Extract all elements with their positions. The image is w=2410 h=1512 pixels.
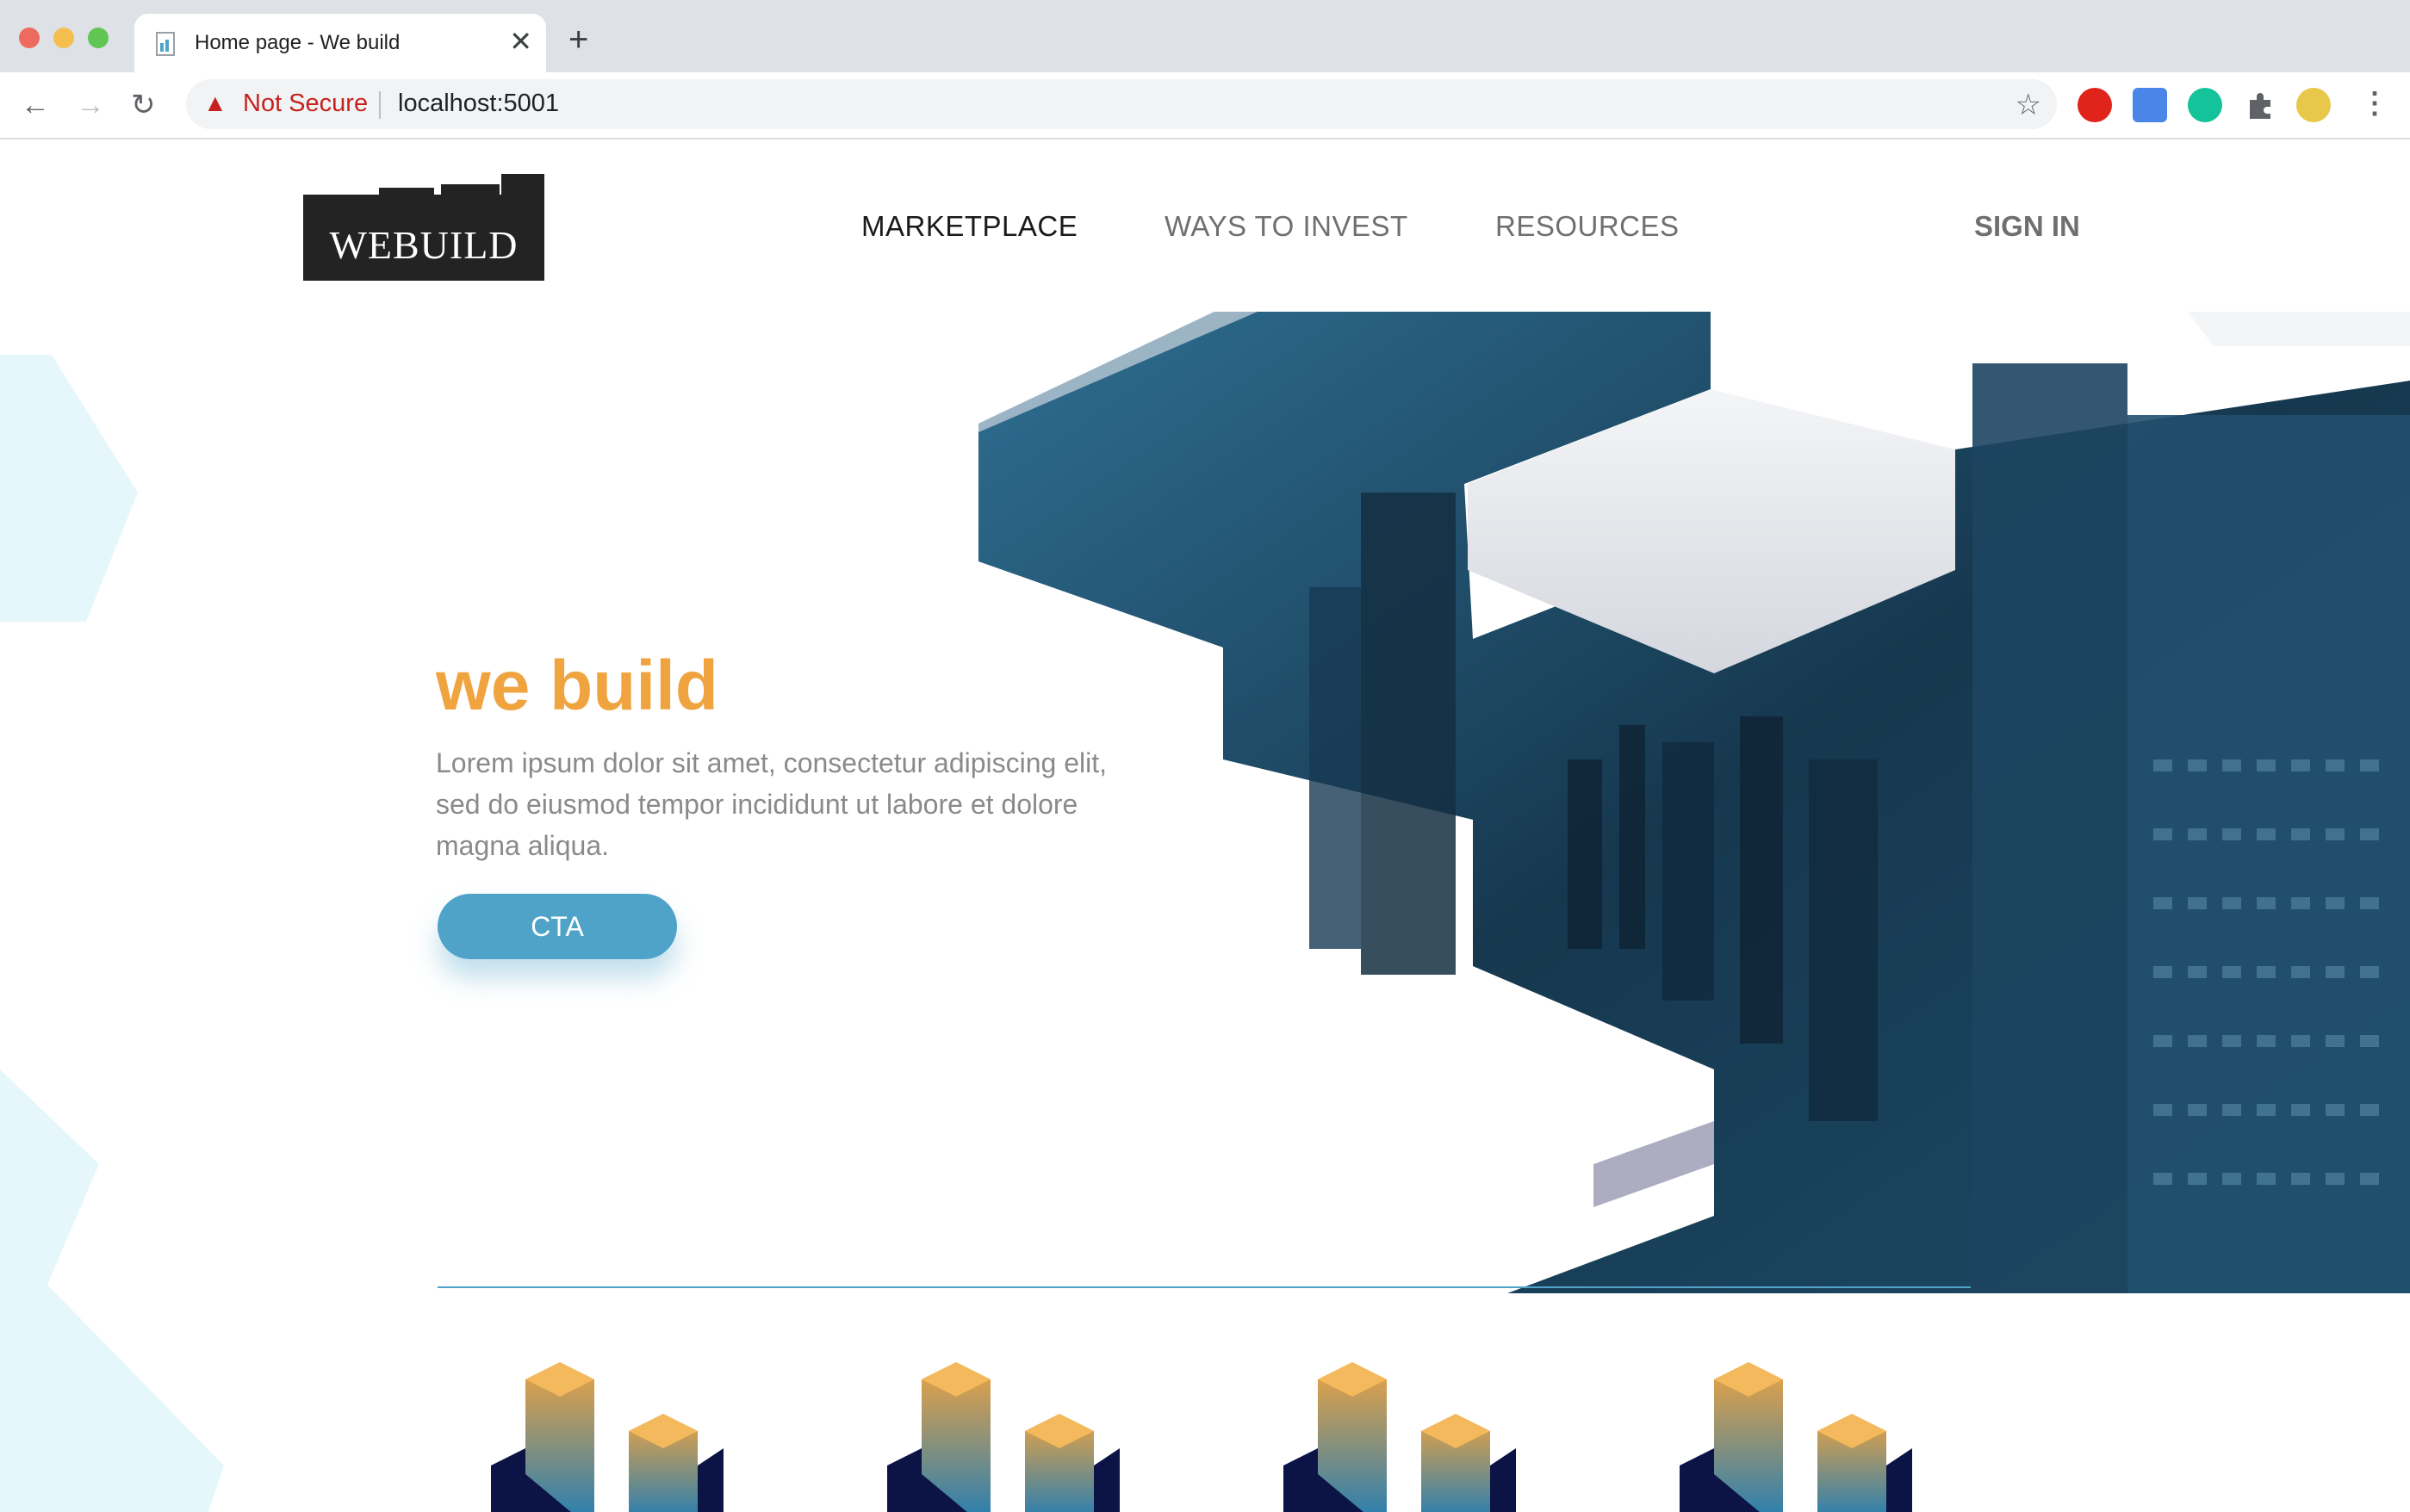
decorative-hexagon-top [0, 355, 138, 622]
maximize-window-button[interactable] [88, 28, 109, 48]
cta-button[interactable]: CTA [438, 894, 677, 959]
translate-extension-icon[interactable] [2133, 88, 2167, 122]
close-window-button[interactable] [19, 28, 40, 48]
building-icon [887, 1362, 1120, 1512]
section-divider [438, 1286, 1971, 1288]
hero-title: we build [436, 647, 718, 725]
building-icon [1680, 1362, 1912, 1512]
sign-in-link[interactable]: SIGN IN [1974, 210, 2080, 243]
adblock-extension-icon[interactable] [2078, 88, 2112, 122]
browser-menu-icon[interactable]: ⋮ [2360, 86, 2389, 121]
forward-button[interactable]: → [76, 88, 105, 122]
tab-close-icon[interactable]: ✕ [509, 28, 532, 55]
decorative-hexagon-bottom [0, 1069, 224, 1512]
minimize-window-button[interactable] [53, 28, 74, 48]
web-page: WEBUILD MARKETPLACE WAYS TO INVEST RESOU… [0, 139, 2410, 1512]
building-icon [491, 1362, 724, 1512]
nav-ways-to-invest[interactable]: WAYS TO INVEST [1165, 210, 1408, 243]
hero-description: Lorem ipsum dolor sit amet, consectetur … [436, 747, 1108, 861]
tab-title: Home page - We build [195, 31, 401, 54]
security-indicator[interactable]: Not Secure [243, 90, 368, 118]
nav-resources[interactable]: RESOURCES [1495, 210, 1680, 243]
extensions-puzzle-icon[interactable] [2243, 88, 2277, 122]
page-icon [156, 32, 175, 56]
new-tab-button[interactable]: + [568, 22, 588, 57]
browser-toolbar: ← → ↻ ▲ Not Secure localhost:5001 ☆ ⋮ [0, 72, 2410, 139]
warning-icon: ▲ [203, 90, 227, 116]
bookmark-star-icon[interactable]: ☆ [2016, 88, 2041, 122]
reload-button[interactable]: ↻ [131, 88, 156, 122]
url-text[interactable]: localhost:5001 [398, 90, 559, 118]
nav-marketplace[interactable]: MARKETPLACE [861, 210, 1078, 243]
webuild-logo[interactable]: WEBUILD [303, 174, 544, 281]
browser-tab-strip: Home page - We build ✕ + [0, 0, 2410, 72]
logo-text: WEBUILD [329, 223, 519, 267]
browser-tab[interactable]: Home page - We build ✕ [134, 14, 546, 72]
building-icon [1283, 1362, 1516, 1512]
hero-city-image [978, 312, 2410, 1293]
grammarly-extension-icon[interactable] [2188, 88, 2222, 122]
omnibox-separator [379, 91, 381, 119]
profile-avatar[interactable] [2296, 88, 2331, 122]
address-bar[interactable]: ▲ Not Secure localhost:5001 ☆ [186, 79, 2057, 129]
back-button[interactable]: ← [21, 88, 50, 122]
